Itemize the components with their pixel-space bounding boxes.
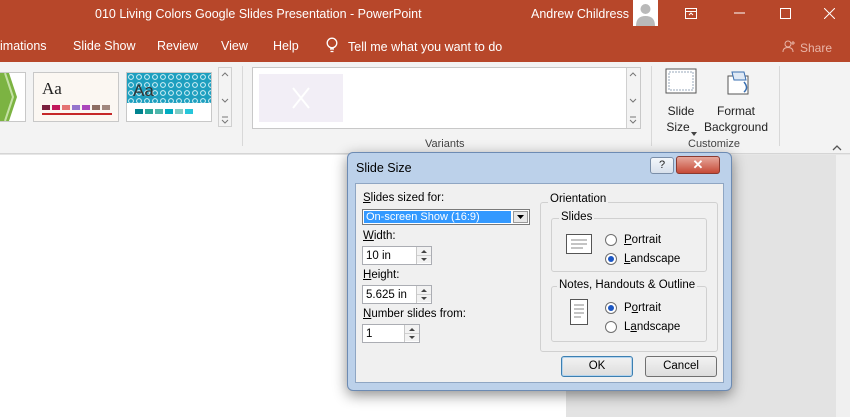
customize-group-label: Customize	[688, 138, 740, 150]
theme-thumbnail[interactable]: Aa	[126, 72, 212, 122]
window-title: 010 Living Colors Google Slides Presenta…	[95, 7, 422, 21]
group-divider	[242, 66, 243, 146]
spin-down-icon[interactable]	[405, 333, 419, 341]
notes-landscape-label[interactable]: Landscape	[624, 321, 680, 333]
theme-gallery-scrollbar[interactable]	[218, 67, 232, 127]
avatar[interactable]	[633, 0, 658, 26]
slides-portrait-radio[interactable]	[605, 234, 617, 246]
slides-portrait-label[interactable]: Portrait	[624, 234, 661, 246]
title-bar: 010 Living Colors Google Slides Presenta…	[0, 0, 850, 31]
format-background-label-2: Background	[703, 120, 769, 134]
tab-animations[interactable]: imations	[0, 39, 47, 53]
spin-up-icon[interactable]	[405, 325, 419, 333]
theme-underline	[42, 113, 112, 115]
spin-down-icon[interactable]	[417, 255, 431, 263]
slides-group-label: Slides	[559, 211, 595, 223]
close-icon[interactable]	[819, 4, 839, 22]
vertical-scrollbar[interactable]	[836, 155, 850, 417]
spin-up-icon[interactable]	[417, 286, 431, 294]
tell-me-text: Tell me what you want to do	[348, 40, 503, 54]
variants-group-label: Variants	[425, 138, 465, 150]
height-label: Height:	[363, 269, 400, 281]
theme-thumbnail[interactable]	[0, 72, 26, 122]
group-divider	[779, 66, 780, 146]
variants-gallery[interactable]	[252, 67, 641, 129]
ribbon-display-options-icon[interactable]	[681, 4, 701, 22]
account-name[interactable]: Andrew Childress	[531, 7, 629, 21]
person-add-icon	[782, 39, 796, 56]
tab-view[interactable]: View	[221, 39, 248, 53]
format-background-button[interactable]: Format Background	[702, 64, 770, 136]
slide-size-label: Slide	[667, 104, 695, 118]
notes-landscape-radio[interactable]	[605, 321, 617, 333]
portrait-page-icon	[570, 299, 588, 325]
tab-slide-show[interactable]: Slide Show	[73, 39, 136, 53]
variant-thumbnail[interactable]	[259, 74, 343, 122]
variants-scrollbar[interactable]	[626, 68, 640, 128]
notes-group-label: Notes, Handouts & Outline	[557, 279, 698, 291]
tab-review[interactable]: Review	[157, 39, 198, 53]
help-button[interactable]: ?	[650, 157, 674, 174]
theme-color-swatches	[135, 109, 193, 114]
ok-button[interactable]: OK	[561, 356, 633, 377]
number-slides-from-label: Number slides from:	[363, 308, 466, 320]
theme-thumbnail[interactable]: Aa	[33, 72, 119, 122]
slide-size-icon	[665, 68, 697, 99]
format-background-icon	[722, 68, 754, 101]
spin-up-icon[interactable]	[417, 247, 431, 255]
chevron-down-icon[interactable]	[513, 211, 528, 223]
slides-landscape-radio[interactable]	[605, 253, 617, 265]
notes-portrait-radio[interactable]	[605, 302, 617, 314]
dialog-close-button[interactable]: ✕	[676, 156, 720, 174]
width-value[interactable]: 10 in	[366, 250, 391, 262]
slides-sized-for-select[interactable]: On-screen Show (16:9)	[362, 209, 530, 225]
ribbon-tabs: imations Slide Show Review View Help Tel…	[0, 31, 850, 62]
height-value[interactable]: 5.625 in	[366, 289, 407, 301]
share-label: Share	[800, 40, 833, 55]
slides-landscape-label[interactable]: Landscape	[624, 253, 680, 265]
minimize-icon[interactable]	[729, 4, 749, 22]
tell-me-box[interactable]: Tell me what you want to do	[326, 37, 502, 57]
landscape-page-icon	[566, 234, 592, 254]
share-button[interactable]: Share	[782, 39, 832, 56]
slide-size-dialog: Slide Size ? ✕ Slides sized for: On-scre…	[347, 152, 732, 391]
maximize-icon[interactable]	[775, 4, 795, 22]
slide-size-button[interactable]: Slide Size	[660, 64, 702, 136]
notes-portrait-label[interactable]: Portrait	[624, 302, 661, 314]
height-spinner[interactable]: 5.625 in	[362, 285, 432, 304]
theme-sample-text: Aa	[133, 81, 154, 100]
number-slides-from-spinner[interactable]: 1	[362, 324, 420, 343]
dialog-body: Slides sized for: On-screen Show (16:9) …	[355, 183, 724, 383]
theme-sample-text: Aa	[42, 79, 62, 98]
width-spinner[interactable]: 10 in	[362, 246, 432, 265]
tab-help[interactable]: Help	[273, 39, 299, 53]
dialog-title: Slide Size	[356, 161, 412, 175]
collapse-ribbon-icon[interactable]	[832, 140, 842, 154]
spin-down-icon[interactable]	[417, 294, 431, 302]
lightbulb-icon	[326, 37, 338, 57]
format-background-label: Format	[716, 104, 755, 118]
group-divider	[651, 66, 652, 146]
chevron-down-icon	[691, 125, 697, 139]
ribbon: Aa Aa Variants Slide Size Format Backgro…	[0, 62, 850, 154]
theme-color-swatches	[42, 105, 110, 110]
slides-sized-for-label: Slides sized for:	[363, 192, 445, 204]
number-slides-from-value[interactable]: 1	[366, 328, 372, 340]
cancel-button[interactable]: Cancel	[645, 356, 717, 377]
width-label: Width:	[363, 230, 396, 242]
slides-sized-for-value: On-screen Show (16:9)	[364, 211, 511, 223]
orientation-label: Orientation	[548, 193, 609, 205]
